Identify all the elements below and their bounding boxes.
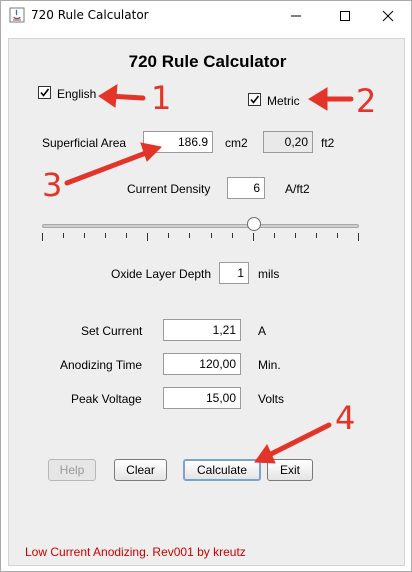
- arrow-2-head: [308, 87, 328, 111]
- app-window: 720 Rule Calculator 720 Rule Calculator …: [0, 0, 412, 572]
- annotation-overlay: [64, 84, 354, 464]
- arrow-1-head: [98, 84, 118, 108]
- arrow-4: [262, 422, 332, 460]
- arrow-3-head: [140, 142, 163, 162]
- annotation-number-2: 2: [356, 82, 377, 120]
- annotation-number-1: 1: [151, 79, 172, 117]
- annotation-number-3: 3: [42, 166, 63, 204]
- annotation-number-4: 4: [335, 399, 356, 437]
- arrow-3: [64, 148, 154, 186]
